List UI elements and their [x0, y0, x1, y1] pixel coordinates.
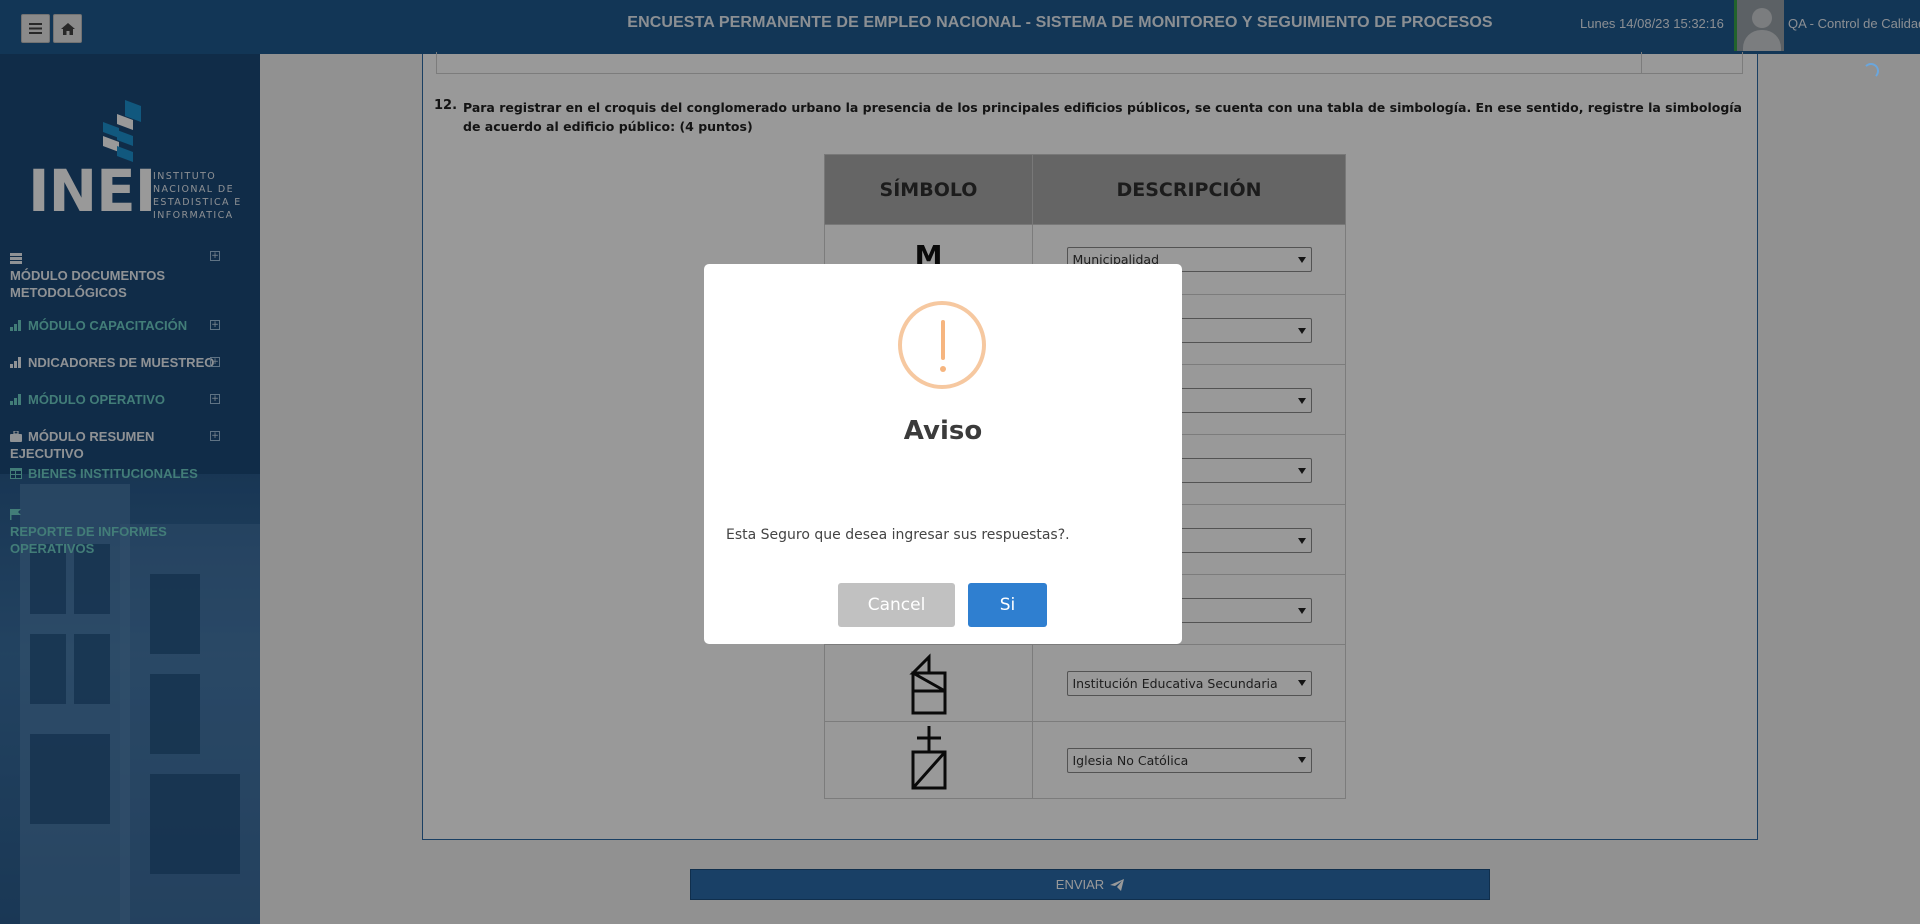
cancel-button[interactable]: Cancel [838, 583, 955, 627]
warning-icon [898, 301, 986, 389]
dialog-title: Aviso [903, 416, 983, 446]
confirm-dialog: Aviso Esta Seguro que desea ingresar sus… [704, 264, 1182, 644]
dialog-message: Esta Seguro que desea ingresar sus respu… [726, 527, 1070, 543]
confirm-button[interactable]: Si [968, 583, 1047, 627]
loading-spinner-icon [1863, 63, 1879, 79]
